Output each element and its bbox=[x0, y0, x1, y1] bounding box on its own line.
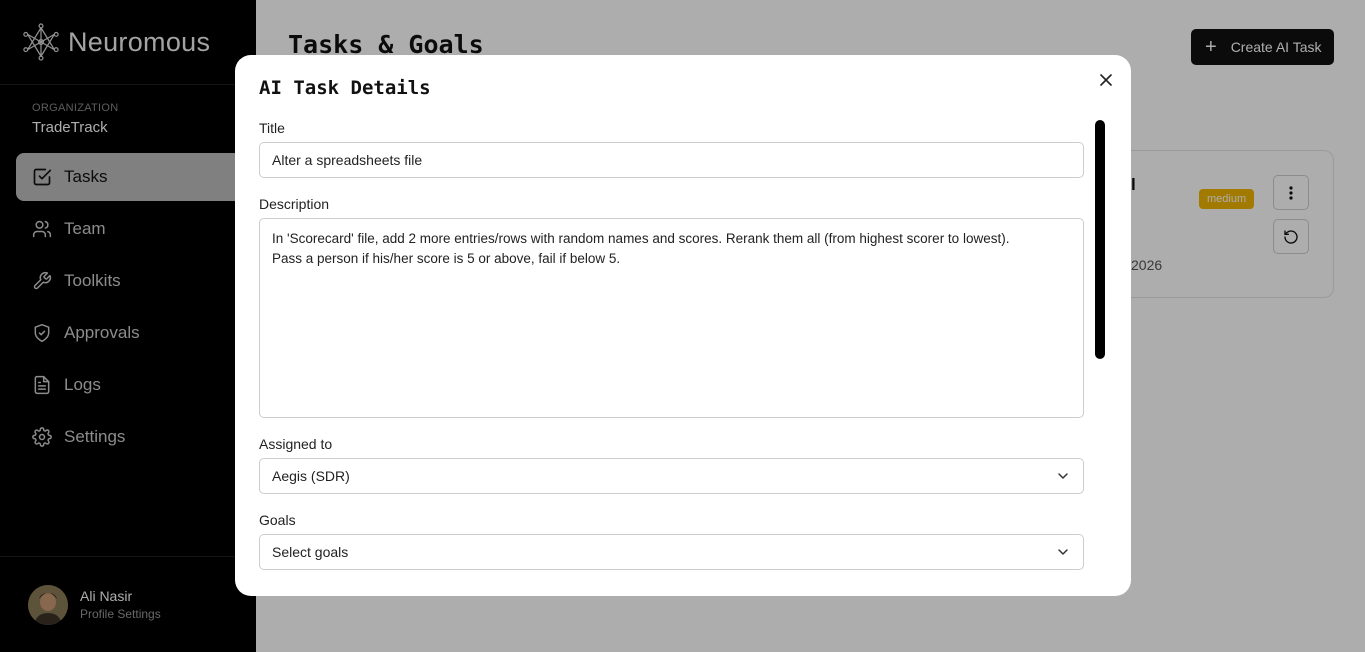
description-label: Description bbox=[259, 196, 330, 212]
description-line: In 'Scorecard' file, add 2 more entries/… bbox=[272, 231, 1010, 246]
modal-scrollbar[interactable] bbox=[1095, 120, 1105, 359]
app-root: Neuromous ORGANIZATION TradeTrack Tasks … bbox=[0, 0, 1365, 652]
assigned-to-select[interactable]: Aegis (SDR) bbox=[259, 458, 1084, 494]
title-input[interactable]: Alter a spreadsheets file bbox=[259, 142, 1084, 178]
chevron-down-icon bbox=[1058, 549, 1068, 555]
assigned-to-value: Aegis (SDR) bbox=[272, 468, 350, 484]
title-label: Title bbox=[259, 120, 285, 136]
chevron-down-icon bbox=[1058, 473, 1068, 479]
title-input-value: Alter a spreadsheets file bbox=[272, 152, 423, 168]
close-icon bbox=[1100, 74, 1112, 86]
goals-label: Goals bbox=[259, 512, 296, 528]
goals-select[interactable]: Select goals bbox=[259, 534, 1084, 570]
assigned-to-label: Assigned to bbox=[259, 436, 333, 452]
description-line: Pass a person if his/her score is 5 or a… bbox=[272, 251, 621, 266]
modal-title: AI Task Details bbox=[259, 77, 431, 99]
description-textarea[interactable]: In 'Scorecard' file, add 2 more entries/… bbox=[259, 218, 1084, 418]
ai-task-details-modal: AI Task Details Title Alter a spreadshee… bbox=[235, 55, 1131, 596]
goals-placeholder: Select goals bbox=[272, 544, 349, 560]
close-modal-button[interactable] bbox=[1097, 71, 1115, 89]
